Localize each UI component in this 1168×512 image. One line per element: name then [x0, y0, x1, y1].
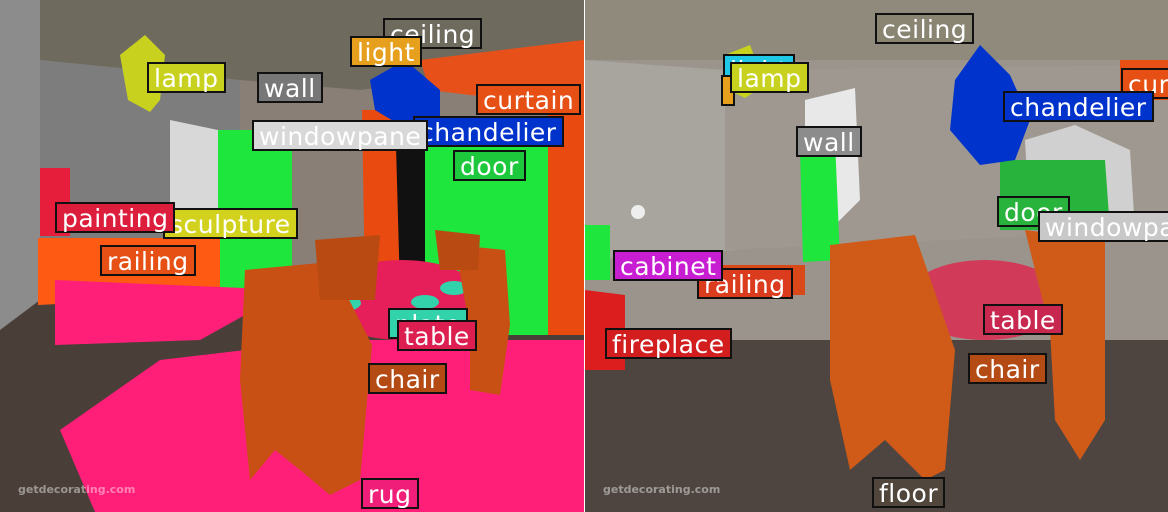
- label-chair: chair: [968, 353, 1047, 384]
- chair-region-back-2: [435, 230, 480, 270]
- label-chair: chair: [368, 363, 447, 394]
- label-lamp: lamp: [147, 62, 226, 93]
- label-curtain: curtain: [476, 84, 582, 115]
- label-ceiling: ceiling: [875, 13, 975, 44]
- right-segmentation-panel: ceiling light lamp wall curtain chandeli…: [585, 0, 1168, 512]
- label-wall: wall: [257, 72, 323, 103]
- left-segmentation-panel: ceiling light lamp wall curtain chandeli…: [0, 0, 584, 512]
- label-windowpane: windowpane: [252, 120, 429, 151]
- label-fireplace: fireplace: [605, 328, 732, 359]
- label-door: door: [453, 150, 526, 181]
- door-region-left: [800, 140, 840, 262]
- wall-left-region: [0, 0, 40, 330]
- label-painting: painting: [55, 202, 176, 233]
- label-chandelier: chandelier: [413, 116, 564, 147]
- label-sculpture: sculpture: [163, 208, 298, 239]
- label-rug: rug: [361, 478, 419, 509]
- panel-divider: [584, 0, 585, 512]
- label-cabinet: cabinet: [613, 250, 724, 281]
- label-table: table: [983, 304, 1063, 335]
- watermark-left: getdecorating.com: [18, 483, 136, 496]
- label-windowpane: windowpane: [1038, 211, 1168, 242]
- watermark-right: getdecorating.com: [603, 483, 721, 496]
- plate-region-3: [411, 295, 439, 309]
- label-lamp: lamp: [730, 62, 809, 93]
- label-table: table: [397, 320, 477, 351]
- cabinet-green-bit: [585, 225, 610, 280]
- chair-region-back: [315, 235, 380, 300]
- label-railing: railing: [100, 245, 196, 276]
- label-light: light: [350, 36, 422, 67]
- light-dot: [631, 205, 645, 219]
- label-wall: wall: [796, 126, 862, 157]
- label-chandelier: chandelier: [1003, 91, 1154, 122]
- label-floor: floor: [872, 477, 946, 508]
